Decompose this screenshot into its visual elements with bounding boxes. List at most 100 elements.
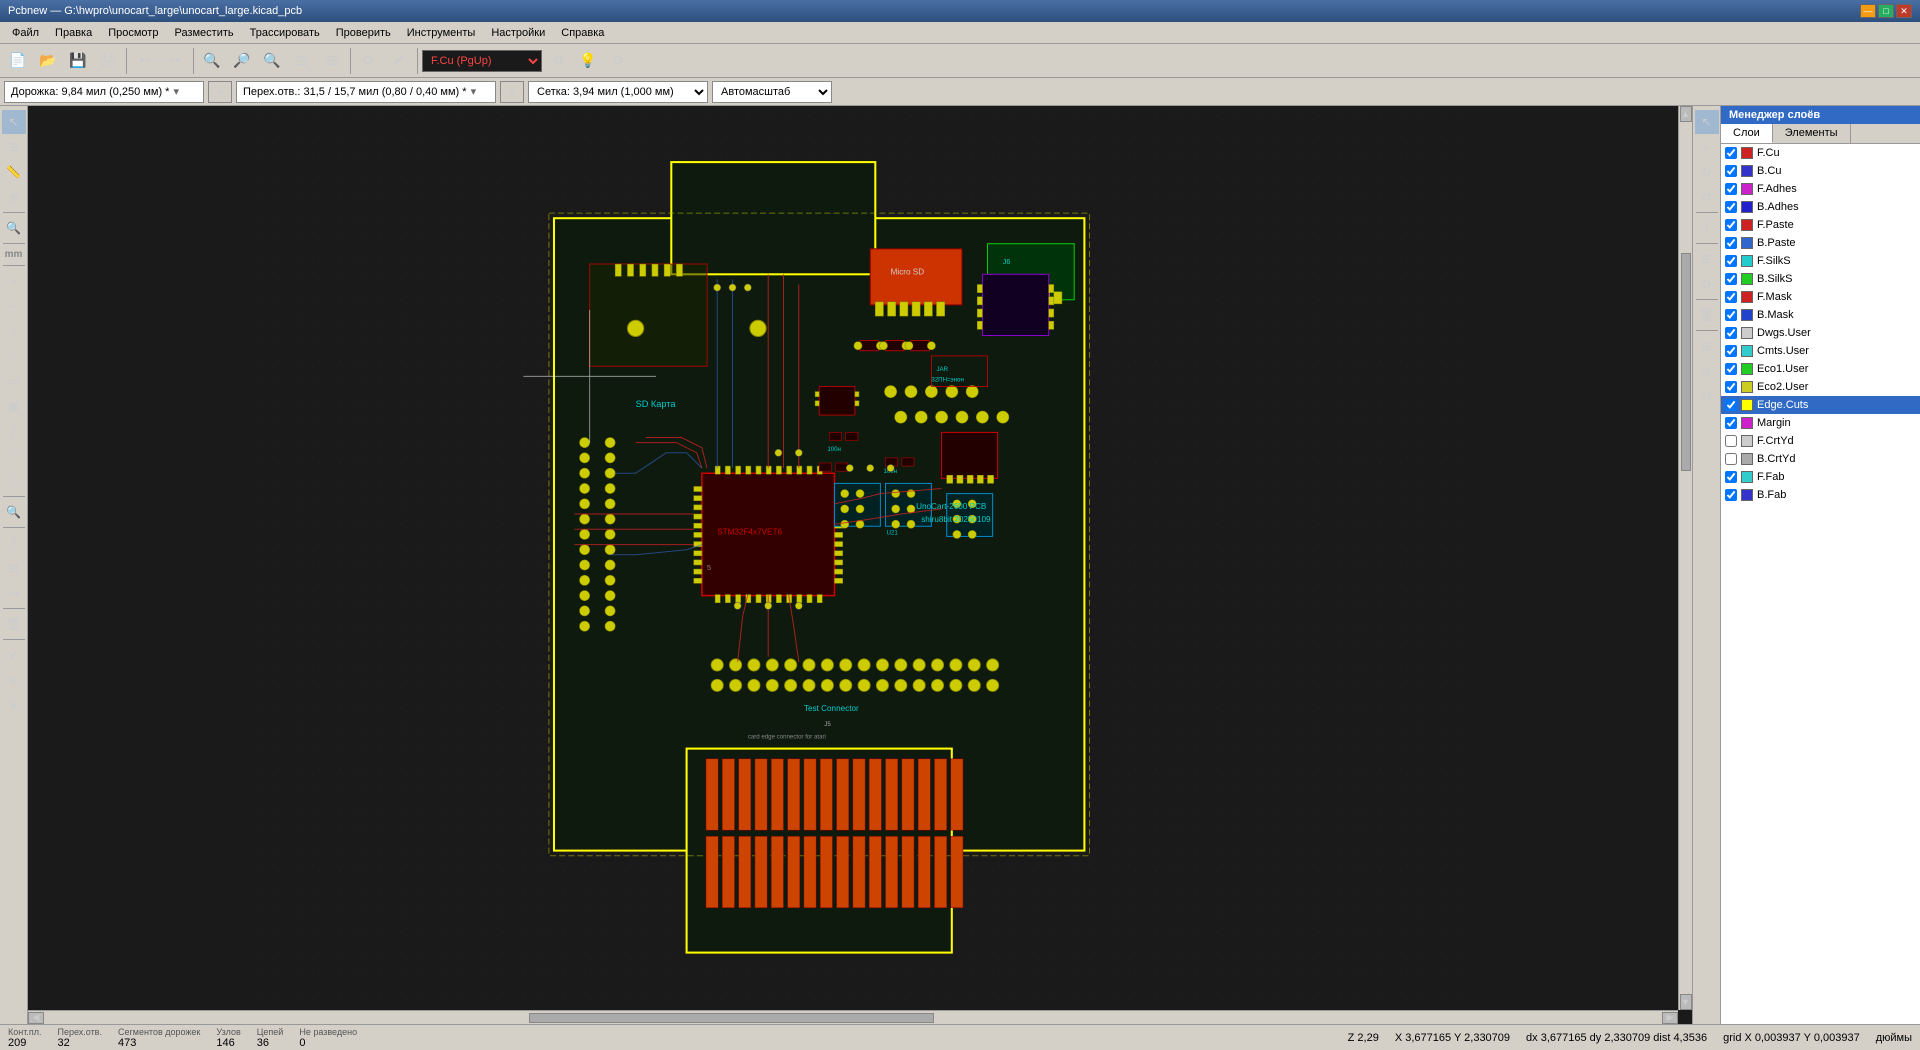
layer-checkbox-edge-cuts[interactable] <box>1725 399 1737 411</box>
draw-arc[interactable]: ◠ <box>2 444 26 468</box>
vscroll-track[interactable] <box>1680 122 1692 994</box>
layer-row-b-mask[interactable]: B.Mask <box>1721 306 1920 324</box>
open-button[interactable]: 📂 <box>34 47 62 75</box>
layer-row-f-mask[interactable]: F.Mask <box>1721 288 1920 306</box>
update-button[interactable]: ⟳ <box>355 47 383 75</box>
maximize-button[interactable]: □ <box>1878 4 1894 18</box>
layer-checkbox-margin[interactable] <box>1725 417 1737 429</box>
vscroll-down[interactable]: ▼ <box>1680 994 1692 1010</box>
track-width-dropdown[interactable]: ▾ <box>173 85 179 98</box>
pad-tool[interactable]: ⊕ <box>2 668 26 692</box>
menu-place[interactable]: Разместить <box>166 25 241 41</box>
layer-checkbox-f-cu[interactable] <box>1725 147 1737 159</box>
drc-button[interactable]: ✔ <box>385 47 413 75</box>
rt-text[interactable]: T <box>1695 216 1719 240</box>
redo-button[interactable]: ↪ <box>161 47 189 75</box>
track-width-field[interactable]: Дорожка: 9,84 мил (0,250 мм) * ▾ <box>4 81 204 103</box>
layer-row-b-crtyd[interactable]: B.CrtYd <box>1721 450 1920 468</box>
layer-row-f-crtyd[interactable]: F.CrtYd <box>1721 432 1920 450</box>
inspector-tool[interactable]: 🔍 <box>2 216 26 240</box>
menu-tools[interactable]: Инструменты <box>399 25 484 41</box>
rt-grid[interactable]: ⊞ <box>1695 334 1719 358</box>
undo-button[interactable]: ↩ <box>131 47 159 75</box>
print-button[interactable]: 🖨 <box>94 47 122 75</box>
tab-elements[interactable]: Элементы <box>1773 124 1851 143</box>
layer-row-f-fab[interactable]: F.Fab <box>1721 468 1920 486</box>
layer-row-edge-cuts[interactable]: Edge.Cuts <box>1721 396 1920 414</box>
add-via[interactable]: ○ <box>2 344 26 368</box>
zoom-selector[interactable]: Автомасштаб <box>712 81 832 103</box>
layer-checkbox-f-mask[interactable] <box>1725 291 1737 303</box>
close-button[interactable]: ✕ <box>1896 4 1912 18</box>
vscroll-up[interactable]: ▲ <box>1680 106 1692 122</box>
grid-tool[interactable]: ⊞ <box>2 135 26 159</box>
rt-properties[interactable]: ⚙ <box>1695 272 1719 296</box>
via-size-dropdown[interactable]: ▾ <box>471 85 477 98</box>
vscroll-thumb[interactable] <box>1681 253 1691 471</box>
layer-row-b-fab[interactable]: B.Fab <box>1721 486 1920 504</box>
menu-view[interactable]: Просмотр <box>100 25 166 41</box>
layer-checkbox-cmts-user[interactable] <box>1725 345 1737 357</box>
layer-selector[interactable]: F.Cu (PgUp) B.Cu <box>422 50 542 72</box>
layer-row-b-silks[interactable]: B.SilkS <box>1721 270 1920 288</box>
layer-row-f-cu[interactable]: F.Cu <box>1721 144 1920 162</box>
via-size-field[interactable]: Перех.отв.: 31,5 / 15,7 мил (0,80 / 0,40… <box>236 81 496 103</box>
route-track[interactable]: ∼ <box>2 294 26 318</box>
menu-file[interactable]: Файл <box>4 25 47 41</box>
minimize-button[interactable]: — <box>1860 4 1876 18</box>
grid-selector[interactable]: Сетка: 3,94 мил (1,000 мм) <box>528 81 708 103</box>
zoom-custom-button[interactable]: ⊞ <box>318 47 346 75</box>
layer-row-b-cu[interactable]: B.Cu <box>1721 162 1920 180</box>
menu-inspect[interactable]: Проверить <box>328 25 399 41</box>
draw-line[interactable]: ╱ <box>2 419 26 443</box>
layer-row-b-paste[interactable]: B.Paste <box>1721 234 1920 252</box>
measure-tool[interactable]: 📏 <box>2 160 26 184</box>
layer-checkbox-dwgs-user[interactable] <box>1725 327 1737 339</box>
menu-route[interactable]: Трассировать <box>242 25 328 41</box>
search-button[interactable]: 🔍 <box>198 47 226 75</box>
rt-delete[interactable]: 🗑 <box>1695 303 1719 327</box>
rt-point[interactable]: ⊕ <box>1695 359 1719 383</box>
add-zone[interactable]: ▭ <box>2 369 26 393</box>
layer-checkbox-b-cu[interactable] <box>1725 165 1737 177</box>
layer-row-margin[interactable]: Margin <box>1721 414 1920 432</box>
delete-tool[interactable]: 🗑 <box>2 612 26 636</box>
layer-row-dwgs-user[interactable]: Dwgs.User <box>1721 324 1920 342</box>
layer-checkbox-b-fab[interactable] <box>1725 489 1737 501</box>
hscroll-left[interactable]: ◀ <box>28 1012 44 1024</box>
rt-flip[interactable]: ⇄ <box>1695 185 1719 209</box>
layer-checkbox-b-crtyd[interactable] <box>1725 453 1737 465</box>
menu-edit[interactable]: Правка <box>47 25 100 41</box>
layer-row-eco1-user[interactable]: Eco1.User <box>1721 360 1920 378</box>
draw-polygon[interactable]: ⬡ <box>2 469 26 493</box>
layer-settings-button[interactable]: ⚙ <box>544 47 572 75</box>
route-differential[interactable]: ≈ <box>2 319 26 343</box>
rt-rotate[interactable]: ↻ <box>1695 160 1719 184</box>
3d-viewer[interactable]: ◈ <box>2 693 26 717</box>
add-text[interactable]: T <box>2 531 26 555</box>
layer-checkbox-b-silks[interactable] <box>1725 273 1737 285</box>
pcb-board-view[interactable]: Micro SD STM32F4x7VET6 <box>28 106 1692 1024</box>
hscroll-track[interactable] <box>44 1012 1662 1024</box>
hscroll-right[interactable]: ▶ <box>1662 1012 1678 1024</box>
rt-align[interactable]: ⊞ <box>1695 247 1719 271</box>
add-rule-area[interactable]: ▣ <box>2 394 26 418</box>
zoom-in-button[interactable]: 🔎 <box>228 47 256 75</box>
settings-button[interactable]: ⚙ <box>604 47 632 75</box>
layer-checkbox-b-adhes[interactable] <box>1725 201 1737 213</box>
layer-checkbox-f-silks[interactable] <box>1725 255 1737 267</box>
menu-help[interactable]: Справка <box>553 25 612 41</box>
highlight-button[interactable]: 💡 <box>574 47 602 75</box>
layer-checkbox-eco2-user[interactable] <box>1725 381 1737 393</box>
drc-tool[interactable]: ✔ <box>2 643 26 667</box>
layer-row-f-paste[interactable]: F.Paste <box>1721 216 1920 234</box>
rt-copy[interactable]: ⧉ <box>1695 384 1719 408</box>
layer-row-cmts-user[interactable]: Cmts.User <box>1721 342 1920 360</box>
layer-checkbox-f-crtyd[interactable] <box>1725 435 1737 447</box>
zoom-out-button[interactable]: 🔍 <box>258 47 286 75</box>
layer-checkbox-f-fab[interactable] <box>1725 471 1737 483</box>
layer-checkbox-f-paste[interactable] <box>1725 219 1737 231</box>
add-component[interactable]: + <box>2 269 26 293</box>
canvas-area[interactable]: Micro SD STM32F4x7VET6 <box>28 106 1692 1024</box>
layer-row-b-adhes[interactable]: B.Adhes <box>1721 198 1920 216</box>
